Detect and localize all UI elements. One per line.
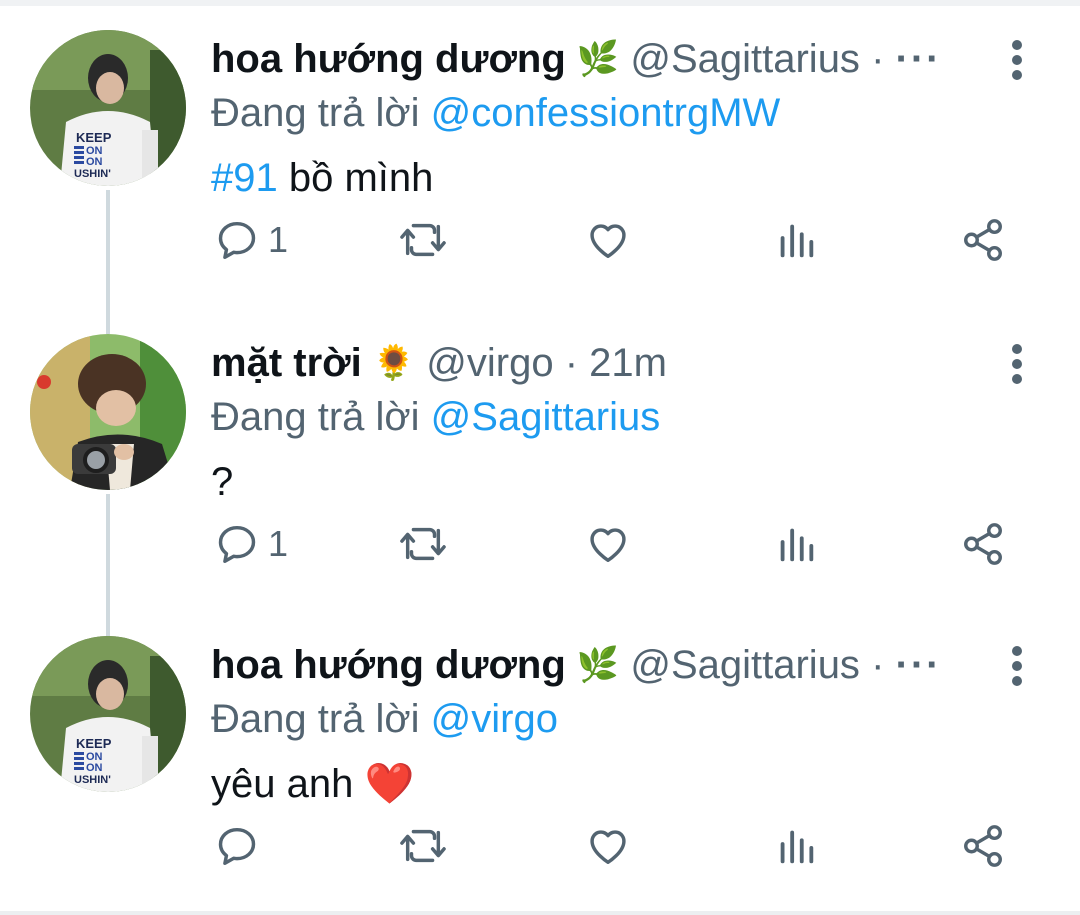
bottom-divider [0, 911, 1080, 915]
like-button[interactable] [585, 210, 631, 270]
retweet-icon [400, 829, 446, 863]
shirt-print-line: USHIN' [74, 774, 111, 786]
retweet-button[interactable] [398, 210, 448, 270]
action-bar [0, 816, 1080, 876]
analytics-icon [780, 830, 814, 864]
views-button[interactable] [776, 514, 816, 574]
views-button[interactable] [776, 816, 816, 876]
display-name[interactable]: hoa hướng dương [211, 643, 566, 687]
analytics-icon [780, 528, 814, 562]
tweet[interactable]: KEEP ON ON USHIN' hoa hướng dương 🌿 @Sag… [0, 606, 1080, 909]
tweet-body: ? [211, 460, 234, 504]
retweet-icon [400, 223, 446, 257]
herb-emoji: 🌿 [576, 645, 620, 685]
replying-prefix: Đang trả lời [211, 697, 420, 741]
shirt-print-line: KEEP [76, 130, 112, 145]
mention-link[interactable]: @confessiontrgMW [431, 91, 781, 135]
separator-dot: · [871, 37, 885, 81]
like-button[interactable] [585, 816, 631, 876]
avatar-photo: KEEP ON ON USHIN' [30, 636, 186, 792]
tweet[interactable]: mặt trời 🌻 @virgo · 21m Đang trả lời @Sa… [0, 304, 1080, 607]
separator-dot: · [871, 643, 885, 687]
avatar[interactable]: KEEP ON ON USHIN' [30, 636, 186, 792]
timestamp[interactable]: 21m [589, 341, 667, 385]
action-bar: 1 [0, 514, 1080, 574]
sunflower-emoji: 🌻 [372, 343, 416, 383]
tweet[interactable]: KEEP ON ON USHIN' hoa hướng dương 🌿 @Sag… [0, 0, 1080, 303]
mention-link[interactable]: @Sagittarius [431, 395, 661, 439]
avatar-photo [30, 334, 186, 490]
display-name[interactable]: mặt trời [211, 341, 362, 385]
shirt-print-line: KEEP [76, 736, 112, 751]
tweet-body: yêu anh ❤️ [211, 762, 415, 806]
shirt-print-line: USHIN' [74, 168, 111, 180]
kebab-menu-icon[interactable] [1006, 342, 1028, 386]
replying-prefix: Đang trả lời [211, 91, 420, 135]
tweet-text: yêu anh ❤️ [211, 758, 414, 810]
tweet-header: hoa hướng dương 🌿 @Sagittarius · ··· [211, 640, 991, 690]
reply-count: 1 [268, 219, 289, 260]
share-button[interactable] [960, 210, 1006, 270]
like-button[interactable] [585, 514, 631, 574]
hashtag-link[interactable]: #91 [211, 156, 278, 200]
shirt-print-line: ON [86, 762, 103, 774]
replying-to: Đang trả lời @Sagittarius [211, 392, 660, 442]
views-button[interactable] [776, 210, 816, 270]
heart-icon [590, 830, 626, 865]
truncated-ellipsis: ··· [895, 643, 942, 687]
user-handle[interactable]: @Sagittarius [630, 37, 860, 81]
retweet-icon [400, 527, 446, 561]
kebab-menu-icon[interactable] [1006, 644, 1028, 688]
replying-prefix: Đang trả lời [211, 395, 420, 439]
truncated-ellipsis: ··· [895, 37, 942, 81]
avatar[interactable]: KEEP ON ON USHIN' [30, 30, 186, 186]
reply-button[interactable]: 1 [214, 210, 288, 270]
herb-emoji: 🌿 [576, 39, 620, 79]
reply-count: 1 [268, 523, 289, 564]
share-icon [964, 219, 1002, 261]
action-bar: 1 [0, 210, 1080, 270]
share-button[interactable] [960, 514, 1006, 574]
reply-button[interactable]: 1 [214, 514, 288, 574]
share-icon [964, 523, 1002, 565]
display-name[interactable]: hoa hướng dương [211, 37, 566, 81]
reply-button[interactable] [214, 816, 268, 876]
separator-dot: · [564, 341, 579, 385]
avatar[interactable] [30, 334, 186, 490]
retweet-button[interactable] [398, 816, 448, 876]
replying-to: Đang trả lời @virgo [211, 694, 558, 744]
kebab-menu-icon[interactable] [1006, 38, 1028, 82]
mention-link[interactable]: @virgo [431, 697, 558, 741]
tweet-body: bồ mình [288, 156, 434, 200]
share-icon [964, 825, 1002, 867]
tweet-header: mặt trời 🌻 @virgo · 21m [211, 338, 991, 388]
shirt-print-line: ON [86, 156, 103, 168]
heart-icon [590, 528, 626, 563]
replying-to: Đang trả lời @confessiontrgMW [211, 88, 780, 138]
user-handle[interactable]: @Sagittarius [630, 643, 860, 687]
tweet-text: #91 bồ mình [211, 152, 433, 204]
tweet-text: ? [211, 456, 233, 508]
avatar-photo: KEEP ON ON USHIN' [30, 30, 186, 186]
share-button[interactable] [960, 816, 1006, 876]
tweet-header: hoa hướng dương 🌿 @Sagittarius · ··· [211, 34, 991, 84]
analytics-icon [780, 224, 814, 258]
user-handle[interactable]: @virgo [426, 341, 553, 385]
heart-icon [590, 224, 626, 259]
reply-icon [218, 827, 256, 865]
reply-icon [218, 525, 256, 563]
retweet-button[interactable] [398, 514, 448, 574]
reply-icon [218, 221, 256, 259]
